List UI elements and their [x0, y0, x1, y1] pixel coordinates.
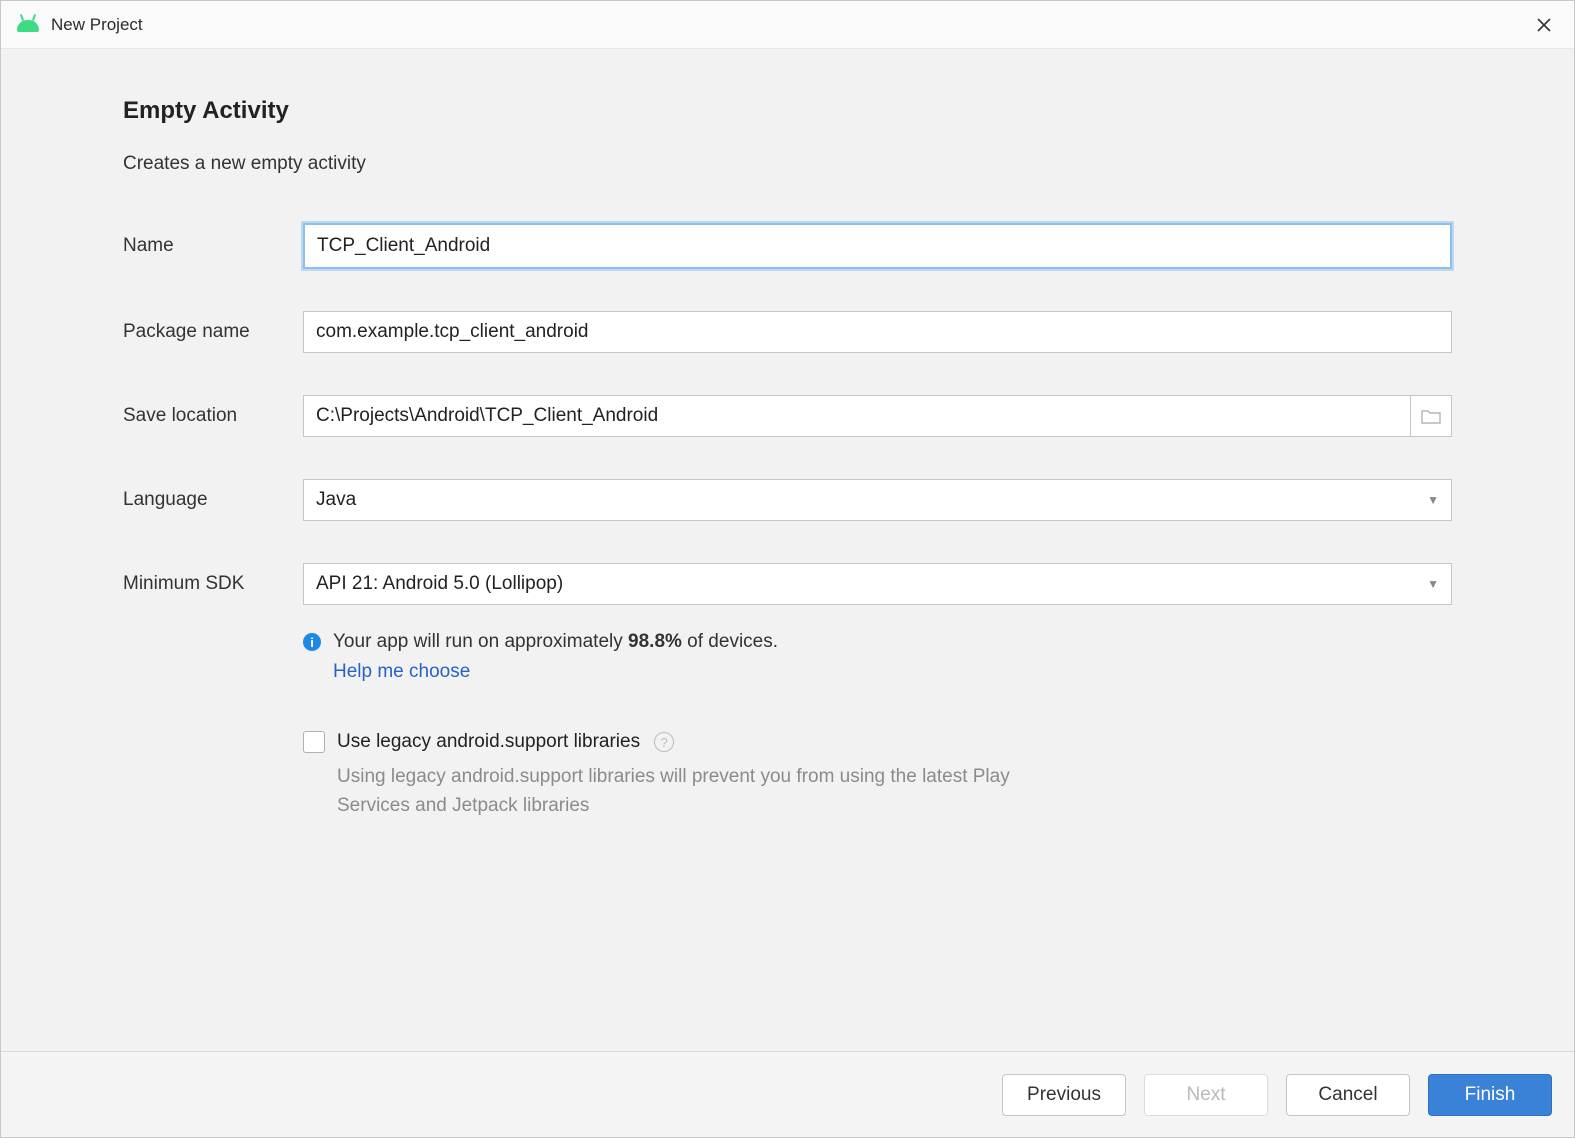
dialog-footer: Previous Next Cancel Finish	[1, 1051, 1574, 1137]
location-input[interactable]	[303, 395, 1410, 437]
language-value: Java	[316, 489, 356, 511]
browse-location-button[interactable]	[1410, 395, 1452, 437]
info-suffix: of devices.	[682, 631, 778, 652]
legacy-check-row: Use legacy android.support libraries ?	[303, 731, 1452, 753]
info-prefix: Your app will run on approximately	[333, 631, 628, 652]
chevron-down-icon: ▼	[1427, 577, 1439, 591]
dialog-body: Empty Activity Creates a new empty activ…	[1, 49, 1574, 1051]
previous-button[interactable]: Previous	[1002, 1074, 1126, 1116]
row-min-sdk: Minimum SDK API 21: Android 5.0 (Lollipo…	[123, 563, 1452, 605]
legacy-checkbox-label: Use legacy android.support libraries	[337, 731, 640, 753]
row-package: Package name	[123, 311, 1452, 353]
min-sdk-select[interactable]: API 21: Android 5.0 (Lollipop) ▼	[303, 563, 1452, 605]
folder-icon	[1421, 408, 1441, 424]
close-icon	[1536, 17, 1552, 33]
row-language: Language Java ▼	[123, 479, 1452, 521]
page-description: Creates a new empty activity	[123, 153, 1452, 175]
row-name: Name	[123, 223, 1452, 269]
sdk-info-line: i Your app will run on approximately 98.…	[303, 631, 1452, 653]
finish-button[interactable]: Finish	[1428, 1074, 1552, 1116]
next-button: Next	[1144, 1074, 1268, 1116]
legacy-block: Use legacy android.support libraries ? U…	[303, 731, 1452, 820]
location-label: Save location	[123, 405, 303, 427]
chevron-down-icon: ▼	[1427, 493, 1439, 507]
new-project-dialog: New Project Empty Activity Creates a new…	[0, 0, 1575, 1138]
info-icon: i	[303, 633, 321, 651]
language-label: Language	[123, 489, 303, 511]
window-title: New Project	[51, 15, 143, 35]
min-sdk-value: API 21: Android 5.0 (Lollipop)	[316, 573, 563, 595]
page-heading: Empty Activity	[123, 97, 1452, 125]
package-input[interactable]	[303, 311, 1452, 353]
help-icon[interactable]: ?	[654, 732, 674, 752]
close-button[interactable]	[1524, 5, 1564, 45]
min-sdk-label: Minimum SDK	[123, 573, 303, 595]
package-label: Package name	[123, 321, 303, 343]
info-percent: 98.8%	[628, 631, 682, 652]
legacy-checkbox[interactable]	[303, 731, 325, 753]
help-me-choose-link[interactable]: Help me choose	[333, 661, 1452, 683]
row-location: Save location	[123, 395, 1452, 437]
legacy-description: Using legacy android.support libraries w…	[337, 763, 1057, 820]
android-logo-icon	[17, 18, 39, 32]
language-select[interactable]: Java ▼	[303, 479, 1452, 521]
name-label: Name	[123, 235, 303, 257]
sdk-info-block: i Your app will run on approximately 98.…	[303, 631, 1452, 683]
cancel-button[interactable]: Cancel	[1286, 1074, 1410, 1116]
name-input[interactable]	[303, 223, 1452, 269]
titlebar: New Project	[1, 1, 1574, 49]
